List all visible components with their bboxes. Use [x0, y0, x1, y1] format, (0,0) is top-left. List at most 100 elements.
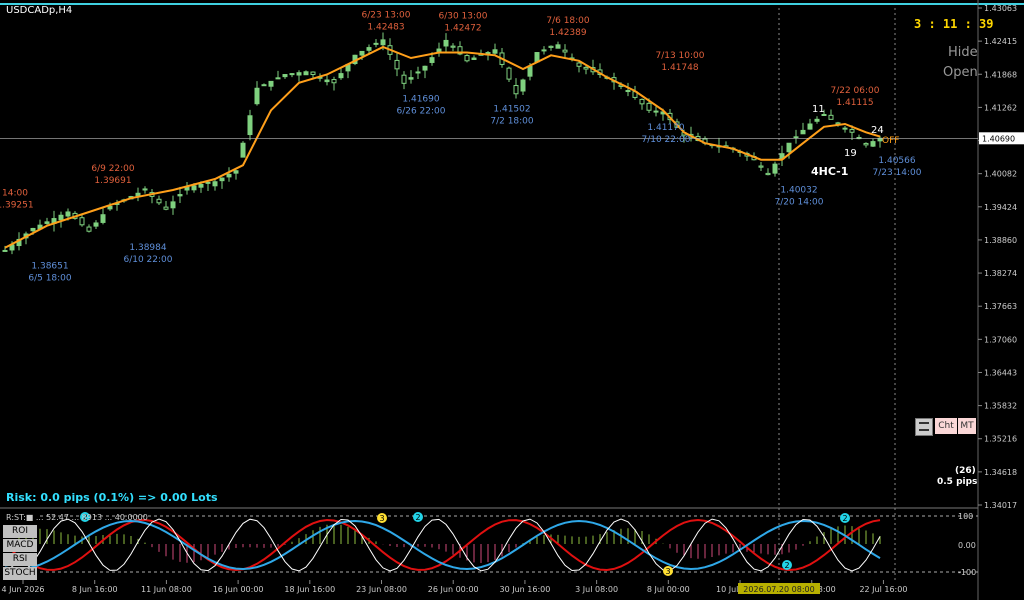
swing-label-bottom: 7/23 14:00 — [872, 168, 921, 178]
candle-body — [786, 142, 792, 153]
swing-label-top: 1.41690 — [402, 94, 439, 104]
candle-body — [842, 127, 848, 130]
candle-body — [849, 129, 855, 133]
candle-body — [527, 65, 533, 77]
candle-body — [303, 71, 309, 76]
indicator-y-tick: -100 — [958, 568, 976, 577]
wave-label-24: 24 — [871, 125, 884, 136]
sub-window-header: R:ST:■ ... 52.47 ... 8913 ... 40.0000 — [6, 513, 148, 522]
candle-body — [408, 77, 414, 80]
swing-label-top: 7/22 06:00 — [830, 86, 879, 96]
indicator-y-tick: 100 — [958, 512, 973, 521]
y-tick-label: 1.42415 — [984, 37, 1017, 46]
candle-body — [492, 49, 498, 54]
sub-label-macd[interactable]: MACD — [3, 539, 37, 552]
candle-body — [625, 90, 631, 93]
off-label: OFF — [882, 136, 900, 146]
y-tick-label: 1.37060 — [984, 335, 1017, 344]
swing-label-top: 7/6 18:00 — [546, 16, 590, 26]
sub-label-roi[interactable]: ROI — [3, 525, 37, 538]
swing-label-bottom: 1.39251 — [0, 200, 34, 210]
candle-body — [296, 72, 302, 76]
candle-body — [863, 142, 869, 146]
hide-button[interactable]: Hide — [948, 45, 978, 60]
candle-body — [394, 59, 400, 70]
candle-body — [268, 80, 274, 87]
candle-body — [807, 123, 813, 130]
candle-body — [583, 66, 589, 70]
indicator-marker-label: 3 — [665, 567, 670, 576]
swing-label-top: 1.38651 — [31, 261, 68, 271]
candle-body — [380, 39, 386, 46]
open-button[interactable]: Open — [943, 65, 978, 80]
swing-label-top: 1.40566 — [878, 156, 915, 166]
candle-body — [562, 49, 568, 53]
y-tick-label: 1.40082 — [984, 170, 1017, 179]
candle-body — [219, 177, 225, 182]
y-tick-label: 1.36443 — [984, 368, 1017, 377]
candle-body — [366, 47, 372, 51]
sub-label-stoch[interactable]: STOCH — [3, 567, 37, 580]
list-icon-button[interactable] — [915, 418, 933, 436]
candle-body — [450, 45, 456, 48]
candle-body — [44, 221, 50, 224]
y-tick-label: 1.35832 — [984, 402, 1017, 411]
swing-label-top: 1.40032 — [780, 185, 817, 195]
candle-body — [758, 165, 764, 168]
swing-label-bottom: 6/26 22:00 — [396, 106, 445, 116]
candle-body — [2, 249, 8, 252]
candle-body — [191, 185, 197, 191]
candle-body — [310, 71, 316, 76]
indicator-marker-label: 3 — [379, 514, 384, 523]
y-tick-label: 1.43063 — [984, 4, 1017, 13]
candle-body — [100, 214, 106, 223]
candle-body — [58, 214, 64, 221]
x-tick-label: 23 Jun 08:00 — [356, 585, 407, 594]
swing-label-top: 1.38984 — [129, 243, 166, 253]
indicator-marker-label: 2 — [784, 561, 789, 570]
candle-body — [275, 77, 281, 80]
candle-body — [156, 198, 162, 204]
candle-body — [576, 62, 582, 67]
x-tick-label: 16 Jun 00:00 — [213, 585, 264, 594]
candle-body — [646, 102, 652, 111]
swing-label-top: 1.41502 — [493, 105, 530, 115]
indicator-marker-label: 2 — [415, 513, 420, 522]
x-tick-label: 3 Jul 08:00 — [575, 585, 618, 594]
candle-body — [86, 226, 92, 232]
candle-body — [513, 85, 519, 95]
candle-body — [464, 55, 470, 62]
x-tick-label: 8 Jun 16:00 — [72, 585, 118, 594]
x-tick-label: 8 Jul 00:00 — [647, 585, 690, 594]
candle-body — [65, 211, 71, 217]
sub-label-rsi[interactable]: RSI — [3, 553, 37, 566]
swing-label-bottom: 1.42472 — [444, 23, 481, 33]
swing-label-bottom: 1.39691 — [94, 176, 131, 186]
candle-body — [254, 87, 260, 105]
mt-button[interactable]: MT — [958, 418, 976, 434]
price-chart[interactable]: 1.43063 1.42415 1.41868 1.41262 1.40690 1.400… — [0, 0, 1024, 600]
cht-button[interactable]: Cht — [935, 418, 957, 434]
y-tick-label: 1.38274 — [984, 269, 1017, 278]
candle-body — [331, 79, 337, 84]
swing-label-bottom: 1.42483 — [367, 23, 404, 33]
candle-body — [765, 172, 771, 176]
candle-body — [170, 201, 176, 209]
candle-body — [205, 181, 211, 184]
candle-body — [93, 222, 99, 227]
x-tick-label: 18 Jun 16:00 — [284, 585, 335, 594]
wave-label-19: 19 — [844, 148, 857, 159]
candle-body — [163, 206, 169, 210]
candle-body — [79, 217, 85, 226]
candle-body — [429, 57, 435, 63]
candle-body — [793, 136, 799, 139]
candle-body — [415, 71, 421, 74]
cursor-time-label: 2026.07.20 08:00 — [743, 585, 814, 594]
candle-body — [541, 49, 547, 52]
candle-body — [198, 183, 204, 188]
symbol-title: USDCADp,H4 — [6, 5, 73, 16]
x-tick-label: 30 Jun 16:00 — [500, 585, 551, 594]
wave-label-11: 11 — [812, 104, 825, 115]
candle-body — [443, 39, 449, 47]
y-tick-label: 1.34618 — [984, 468, 1017, 477]
